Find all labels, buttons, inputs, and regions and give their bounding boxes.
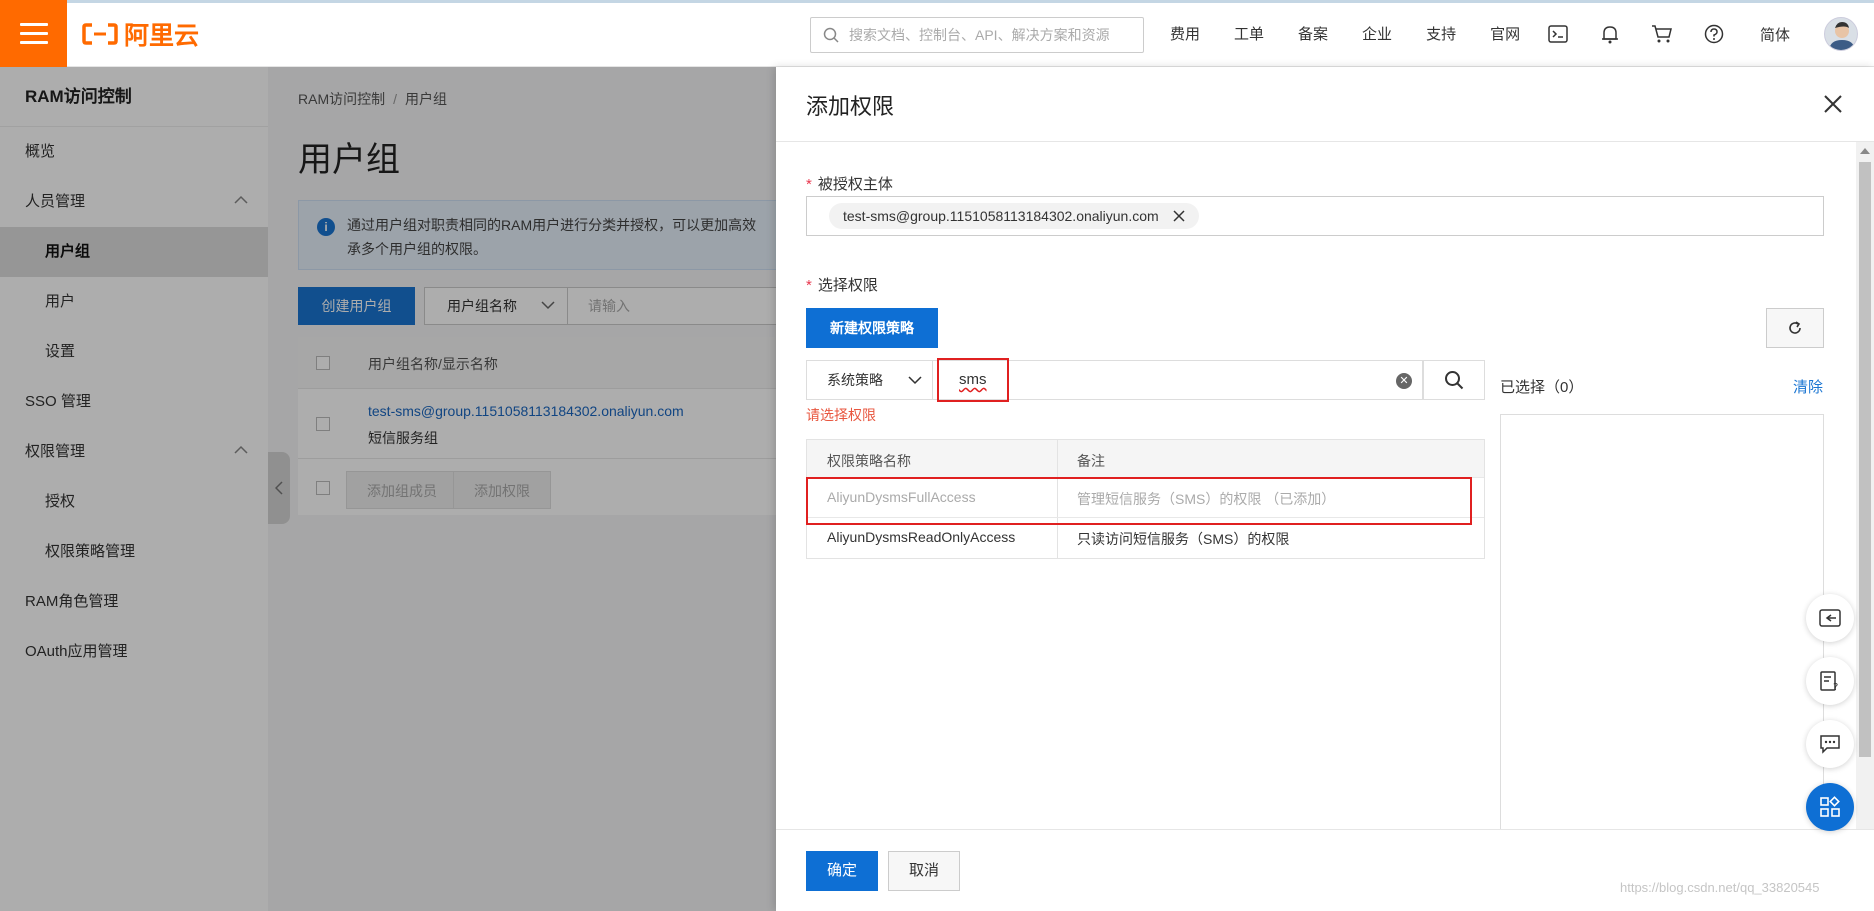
help-icon[interactable] [1703,23,1725,45]
refresh-button[interactable] [1766,308,1824,348]
select-permission-label-text: 选择权限 [817,277,878,294]
column-header-policy-name: 权限策略名称 [827,453,911,469]
apps-icon [1820,796,1840,817]
principal-label-text: 被授权主体 [817,176,893,193]
menu-icon[interactable] [0,0,67,67]
principal-tag: test-sms@group.1151058113184302.onaliyun… [829,203,1199,229]
required-mark: * [806,277,812,294]
nav-link-ticket[interactable]: 工单 [1234,23,1264,44]
exit-panel-icon [1819,609,1841,627]
principal-label: * 被授权主体 [806,173,893,194]
fab-docs[interactable]: ? [1806,657,1854,705]
fab-feedback[interactable] [1806,594,1854,642]
select-permission-label: * 选择权限 [806,274,878,295]
language-switch[interactable]: 简体 [1760,24,1790,45]
avatar[interactable] [1824,17,1858,51]
search-icon [1445,371,1464,390]
refresh-icon [1789,321,1801,334]
policy-note: 只读访问短信服务（SMS）的权限 [1077,531,1290,547]
policy-type-select[interactable]: 系统策略 [806,360,933,400]
cart-icon[interactable] [1651,23,1673,45]
column-divider [1057,440,1058,477]
column-header-note: 备注 [1077,453,1105,469]
drawer-header: 添加权限 [776,67,1874,142]
watermark: https://blog.csdn.net/qq_33820545 [1620,880,1820,895]
nav-link-icp[interactable]: 备案 [1298,23,1328,44]
nav-link-fees[interactable]: 费用 [1170,23,1200,44]
nav-icons [1547,0,1725,67]
drawer-scrollbar[interactable] [1856,142,1874,829]
add-permission-drawer: 添加权限 * 被授权主体 test-sms@group.1151058113184… [776,67,1874,911]
policy-search-input[interactable]: sms ✕ [933,358,1423,402]
principal-tag-text: test-sms@group.1151058113184302.onaliyun… [843,208,1159,224]
policy-table-header: 权限策略名称 备注 [807,440,1484,478]
principal-field[interactable]: test-sms@group.1151058113184302.onaliyun… [806,196,1824,236]
search-value: sms [959,371,987,388]
aliyun-logo[interactable]: 阿里云 [82,18,199,50]
validation-error: 请选择权限 [806,407,876,423]
drawer-footer: 确定 取消 https://blog.csdn.net/qq_33820545 [776,829,1874,911]
brand-name: 阿里云 [124,22,200,50]
selected-list [1500,414,1824,829]
modal-overlay[interactable] [0,67,776,911]
search-placeholder: 搜索文档、控制台、API、解决方案和资源 [849,27,1110,43]
policy-type-value: 系统策略 [827,372,883,388]
top-navbar: 阿里云 搜索文档、控制台、API、解决方案和资源 费用 工单 备案 企业 支持 … [0,0,1874,67]
nav-links: 费用 工单 备案 企业 支持 官网 [1170,0,1554,67]
chat-icon [1820,735,1840,754]
confirm-button[interactable]: 确定 [806,851,878,891]
logo-mark-icon [82,23,118,45]
policy-name[interactable]: AliyunDysmsReadOnlyAccess [827,529,1015,545]
clear-input-icon[interactable]: ✕ [1396,373,1412,389]
fab-chat[interactable] [1806,720,1854,768]
chevron-down-icon [908,376,922,385]
nav-link-official[interactable]: 官网 [1490,23,1520,44]
close-icon[interactable] [1822,93,1844,115]
nav-link-enterprise[interactable]: 企业 [1362,23,1392,44]
policy-search-button[interactable] [1423,360,1485,400]
required-mark: * [806,176,812,193]
document-help-icon: ? [1820,671,1838,692]
terminal-icon[interactable] [1547,23,1569,45]
cancel-button[interactable]: 取消 [888,851,960,891]
search-value-highlight: sms [937,358,1009,402]
drawer-title: 添加权限 [806,94,895,119]
scroll-up-icon[interactable] [1860,148,1870,154]
remove-tag-icon[interactable] [1173,210,1185,222]
new-policy-button[interactable]: 新建权限策略 [806,308,938,348]
global-search-input[interactable]: 搜索文档、控制台、API、解决方案和资源 [810,17,1144,53]
scrollbar-thumb[interactable] [1859,162,1871,757]
svg-text:?: ? [1833,682,1838,692]
fab-apps[interactable] [1806,783,1854,831]
selected-count-label: 已选择（0） [1500,379,1584,396]
bell-icon[interactable] [1599,23,1621,45]
clear-selected-link[interactable]: 清除 [1793,376,1823,397]
search-icon [823,27,839,43]
nav-link-support[interactable]: 支持 [1426,23,1456,44]
row-highlight-box [806,477,1472,525]
